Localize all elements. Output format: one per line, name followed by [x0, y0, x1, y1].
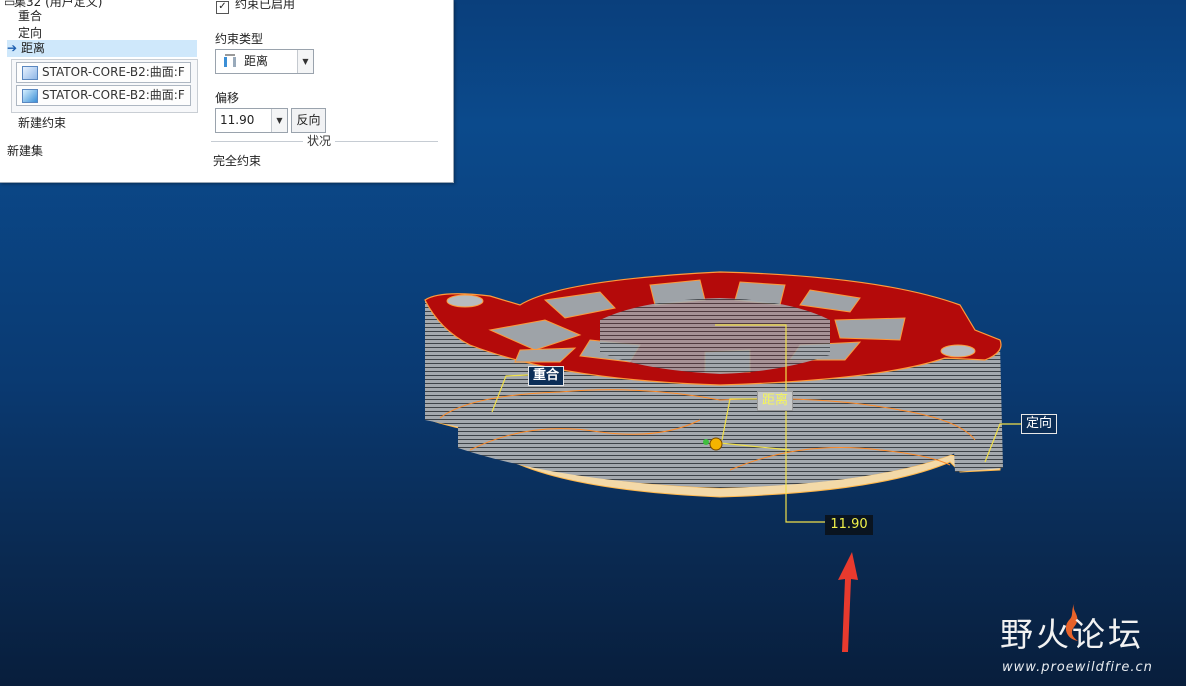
distance-tag[interactable]: 距离 [757, 391, 794, 411]
new-set-link[interactable]: 新建集 [7, 143, 43, 159]
red-pointer-arrow [838, 552, 858, 652]
flip-button[interactable]: 反向 [291, 108, 326, 133]
constraint-type-value: 距离 [244, 54, 269, 68]
distance-origin-marker[interactable] [709, 437, 723, 451]
inner-bore [600, 298, 830, 374]
surface-icon [22, 89, 38, 103]
right-lug-hole [940, 344, 976, 358]
constraint-type-label: 约束类型 [215, 32, 264, 46]
constraint-enabled-checkbox[interactable]: ✓ 约束已启用 [216, 0, 296, 14]
current-arrow-icon: ➔ [7, 41, 18, 55]
new-constraint-link[interactable]: 新建约束 [18, 115, 66, 131]
watermark-title: 野火论坛 [1000, 615, 1144, 654]
offset-label: 偏移 [215, 91, 240, 105]
reference-label: STATOR-CORE-B2:曲面:F [42, 88, 185, 102]
offset-value: 11.90 [220, 113, 255, 127]
distance-type-icon [224, 54, 236, 67]
chevron-down-icon[interactable]: ▼ [297, 50, 313, 73]
tree-item-distance-label: 距离 [21, 41, 46, 55]
stator-core-part[interactable] [424, 271, 1003, 498]
constraint-enabled-label: 约束已启用 [235, 0, 296, 11]
forum-watermark: 野火论坛 www.proewildfire.cn [1000, 601, 1180, 680]
surface-icon [22, 66, 38, 80]
tree-item-distance[interactable]: ➔ 距离 [7, 40, 197, 57]
constraint-properties: ✓ 约束已启用 约束类型 距离 ▼ 偏移 11.90 ▼ 反向 状况 完全约束 [205, 0, 450, 182]
status-text: 完全约束 [213, 154, 262, 168]
orient-tag[interactable]: 定向 [1021, 414, 1058, 434]
distance-dimension-value[interactable]: 11.90 [825, 515, 873, 535]
status-section-title: 状况 [303, 133, 336, 149]
tree-item-orient[interactable]: 定向 [18, 25, 42, 41]
constraint-tree: ▭集32 (用户定义) 重合 定向 ➔ 距离 STATOR-CORE-B2:曲面:… [0, 0, 200, 182]
axis-origin-dot [703, 439, 709, 445]
constraint-type-select[interactable]: 距离 ▼ [215, 49, 314, 74]
left-lug-hole [446, 294, 484, 308]
reference-collector: STATOR-CORE-B2:曲面:F STATOR-CORE-B2:曲面:F [11, 59, 198, 113]
constraint-panel: ▭集32 (用户定义) 重合 定向 ➔ 距离 STATOR-CORE-B2:曲面:… [0, 0, 454, 183]
offset-input[interactable]: 11.90 ▼ [215, 108, 288, 133]
reference-item[interactable]: STATOR-CORE-B2:曲面:F [16, 62, 191, 83]
collapse-icon[interactable]: ▭ [4, 0, 15, 10]
reference-item[interactable]: STATOR-CORE-B2:曲面:F [16, 85, 191, 106]
reference-label: STATOR-CORE-B2:曲面:F [42, 65, 185, 79]
coincident-tag[interactable]: 重合 [528, 366, 565, 386]
chevron-down-icon[interactable]: ▼ [271, 109, 287, 132]
checkbox-checked-icon[interactable]: ✓ [216, 1, 229, 14]
watermark-url: www.proewildfire.cn [1002, 660, 1153, 675]
tree-item-coincident[interactable]: 重合 [18, 8, 42, 24]
